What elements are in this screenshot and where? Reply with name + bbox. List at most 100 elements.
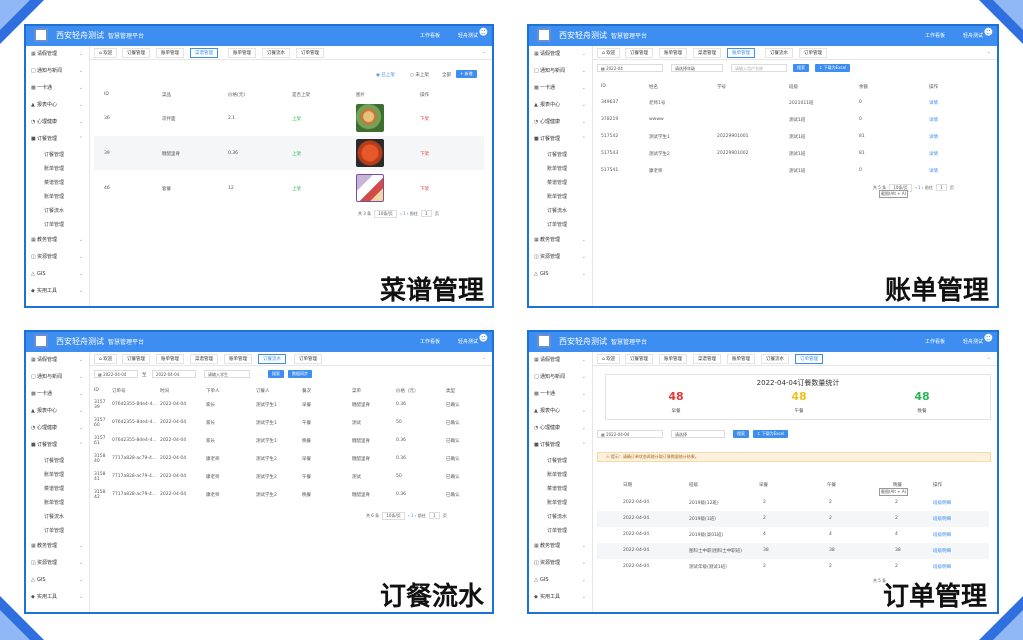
tab-recipe[interactable]: 菜谱管理 <box>693 354 721 364</box>
sidebar-item-meal[interactable]: ■订餐管理 ⌃ <box>26 131 89 148</box>
workbench-menu[interactable]: 工作看板 <box>420 32 440 39</box>
next-page[interactable]: › <box>415 513 417 518</box>
tab-meal-flow[interactable]: 订餐流水 <box>765 48 793 58</box>
sidebar-subitem[interactable]: 账单管理 <box>529 468 592 482</box>
grade-select[interactable]: 请选择 <box>671 430 725 438</box>
tab-meal-order[interactable]: 订餐管理 <box>625 48 653 58</box>
sidebar-subitem[interactable]: 账单管理 <box>529 190 592 204</box>
user-icon[interactable]: ☻ <box>984 29 993 38</box>
sidebar-item-resource[interactable]: ◫资源管理 ⌄ <box>529 555 592 572</box>
tab-bill-2[interactable]: 账单管理 <box>727 48 755 58</box>
sidebar-subitem[interactable]: 订餐流水 <box>529 510 592 524</box>
class-detail-link[interactable]: 班级明细 <box>933 564 951 570</box>
sidebar-subitem[interactable]: 账单管理 <box>529 496 592 510</box>
sidebar-subitem[interactable]: 菜谱管理 <box>26 176 89 190</box>
sidebar-item-tools[interactable]: ◆ 实用工具 ⌄ <box>26 283 89 300</box>
goto-input[interactable]: 1 <box>428 512 440 519</box>
off-shelf-link[interactable]: 下架 <box>420 151 429 157</box>
sidebar-item-mental[interactable]: ◔ 心理健康 ⌄ <box>26 420 89 437</box>
tab-meal-order[interactable]: 订餐管理 <box>122 354 150 364</box>
tab-meal-order[interactable]: 订餐管理 <box>625 354 653 364</box>
sidebar-item-leave[interactable]: ▦请假管理 ⌄ <box>529 46 592 63</box>
page-size-select[interactable]: 10条/页 <box>374 210 397 218</box>
sidebar-subitem[interactable]: 订单管理 <box>26 218 89 232</box>
tab-order[interactable]: 订单管理 <box>296 48 324 58</box>
tab-bill[interactable]: 账单管理 <box>156 354 184 364</box>
month-picker[interactable]: ▦ 2022-04 <box>597 64 663 72</box>
sidebar-item-academic[interactable]: ▦教务管理 ⌄ <box>26 232 89 249</box>
page-number[interactable]: 1 <box>403 211 406 216</box>
chevron-down-icon[interactable]: ⌄ <box>482 355 486 361</box>
sidebar-item-notice[interactable]: □通知与新闻 ⌄ <box>529 369 592 386</box>
tab-meal-flow[interactable]: 订餐流水 <box>761 354 789 364</box>
sidebar-subitem[interactable]: 菜谱管理 <box>529 482 592 496</box>
filter-off-shelf[interactable]: ○ 未上架 <box>410 72 429 78</box>
tab-meal-flow[interactable]: 订餐流水 <box>262 48 290 58</box>
sidebar-subitem[interactable]: 订餐管理 <box>529 148 592 162</box>
sidebar-subitem[interactable]: 订餐流水 <box>26 510 89 524</box>
sidebar-subitem[interactable]: 账单管理 <box>529 162 592 176</box>
class-detail-link[interactable]: 班级明细 <box>933 516 951 522</box>
date-to-picker[interactable]: 2022-04-04 <box>152 370 196 378</box>
sidebar-subitem[interactable]: 订单管理 <box>529 524 592 538</box>
data-sync-button[interactable]: 数据同步 <box>288 370 312 378</box>
tab-meal-flow[interactable]: 订餐流水 <box>258 354 286 364</box>
tab-bill-2[interactable]: 账单管理 <box>228 48 256 58</box>
student-input[interactable]: 请输入学生 <box>204 370 250 378</box>
sidebar-item-leave[interactable]: ▦请假管理 ⌄ <box>26 46 89 63</box>
tab-bill[interactable]: 账单管理 <box>659 48 687 58</box>
sidebar-item-report[interactable]: ▲ 报表中心 ⌄ <box>26 97 89 114</box>
tab-order[interactable]: 订单管理 <box>799 48 827 58</box>
date-picker[interactable]: ▦ 2022-04-04 <box>597 430 663 438</box>
sidebar-item-academic[interactable]: ▦教务管理 ⌄ <box>26 538 89 555</box>
grade-select[interactable]: 请选择年级 <box>671 64 723 72</box>
chevron-down-icon[interactable]: ⌄ <box>482 49 486 55</box>
tab-recipe[interactable]: 菜谱管理 <box>190 354 218 364</box>
next-page[interactable]: › <box>922 185 924 190</box>
sidebar-item-academic[interactable]: ▦教务管理 ⌄ <box>529 232 592 249</box>
sidebar-item-meal[interactable]: ■订餐管理 ⌃ <box>529 437 592 454</box>
sidebar-item-resource[interactable]: ◫资源管理 ⌄ <box>26 249 89 266</box>
sidebar-item-card[interactable]: ▩一卡通 ⌄ <box>529 386 592 403</box>
class-detail-link[interactable]: 班级明细 <box>933 500 951 506</box>
sidebar-item-meal[interactable]: ■订餐管理 ⌃ <box>26 437 89 454</box>
sidebar-item-resource[interactable]: ◫资源管理 ⌄ <box>529 249 592 266</box>
user-name[interactable]: 轻舟测试 <box>963 32 983 39</box>
sidebar-subitem[interactable]: 菜谱管理 <box>26 482 89 496</box>
sidebar-item-gis[interactable]: △ GIS ⌄ <box>26 572 89 589</box>
sidebar-item-notice[interactable]: □通知与新闻 ⌄ <box>529 63 592 80</box>
sidebar-item-gis[interactable]: △ GIS ⌄ <box>529 572 592 589</box>
search-button[interactable]: 搜索 <box>793 64 809 72</box>
sidebar-item-gis[interactable]: △ GIS ⌄ <box>529 266 592 283</box>
tab-recipe[interactable]: 菜谱管理 <box>693 48 721 58</box>
sidebar-subitem[interactable]: 订单管理 <box>529 218 592 232</box>
detail-link[interactable]: 详情 <box>929 134 938 140</box>
user-name[interactable]: 轻舟测试 <box>963 338 983 345</box>
user-icon[interactable]: ☻ <box>984 335 993 344</box>
page-number[interactable]: 1 <box>411 513 414 518</box>
sidebar-item-academic[interactable]: ▦教务管理 ⌄ <box>529 538 592 555</box>
sidebar-subitem[interactable]: 订单管理 <box>26 524 89 538</box>
detail-link[interactable]: 详情 <box>929 117 938 123</box>
sidebar-subitem[interactable]: 账单管理 <box>26 162 89 176</box>
sidebar-subitem[interactable]: 订餐管理 <box>26 454 89 468</box>
user-name[interactable]: 轻舟测试 <box>458 338 478 345</box>
filter-on-shelf[interactable]: ◉ 已上架 <box>376 72 395 78</box>
sidebar-item-mental[interactable]: ◔ 心理健康 ⌄ <box>529 420 592 437</box>
workbench-menu[interactable]: 工作看板 <box>420 338 440 345</box>
export-excel-button[interactable]: ↧ 下载为Excel <box>753 430 789 438</box>
sidebar-item-resource[interactable]: ◫资源管理 ⌄ <box>26 555 89 572</box>
search-button[interactable]: 搜索 <box>268 370 284 378</box>
filter-all[interactable]: 全部 <box>442 72 451 78</box>
sidebar-item-mental[interactable]: ◔ 心理健康 ⌄ <box>529 114 592 131</box>
search-button[interactable]: 搜索 <box>733 430 749 438</box>
tab-bill[interactable]: 账单管理 <box>659 354 687 364</box>
tab-welcome[interactable]: ⌂ 欢迎 <box>597 48 621 58</box>
sidebar-item-report[interactable]: ▲ 报表中心 ⌄ <box>529 403 592 420</box>
sidebar-item-report[interactable]: ▲ 报表中心 ⌄ <box>529 97 592 114</box>
username-input[interactable]: 请输入用户名称 <box>731 64 787 72</box>
sidebar-item-report[interactable]: ▲ 报表中心 ⌄ <box>26 403 89 420</box>
export-excel-button[interactable]: ↧ 下载为Excel <box>815 64 851 72</box>
chevron-down-icon[interactable]: ⌄ <box>987 355 991 361</box>
sidebar-item-mental[interactable]: ◔ 心理健康 ⌄ <box>26 114 89 131</box>
